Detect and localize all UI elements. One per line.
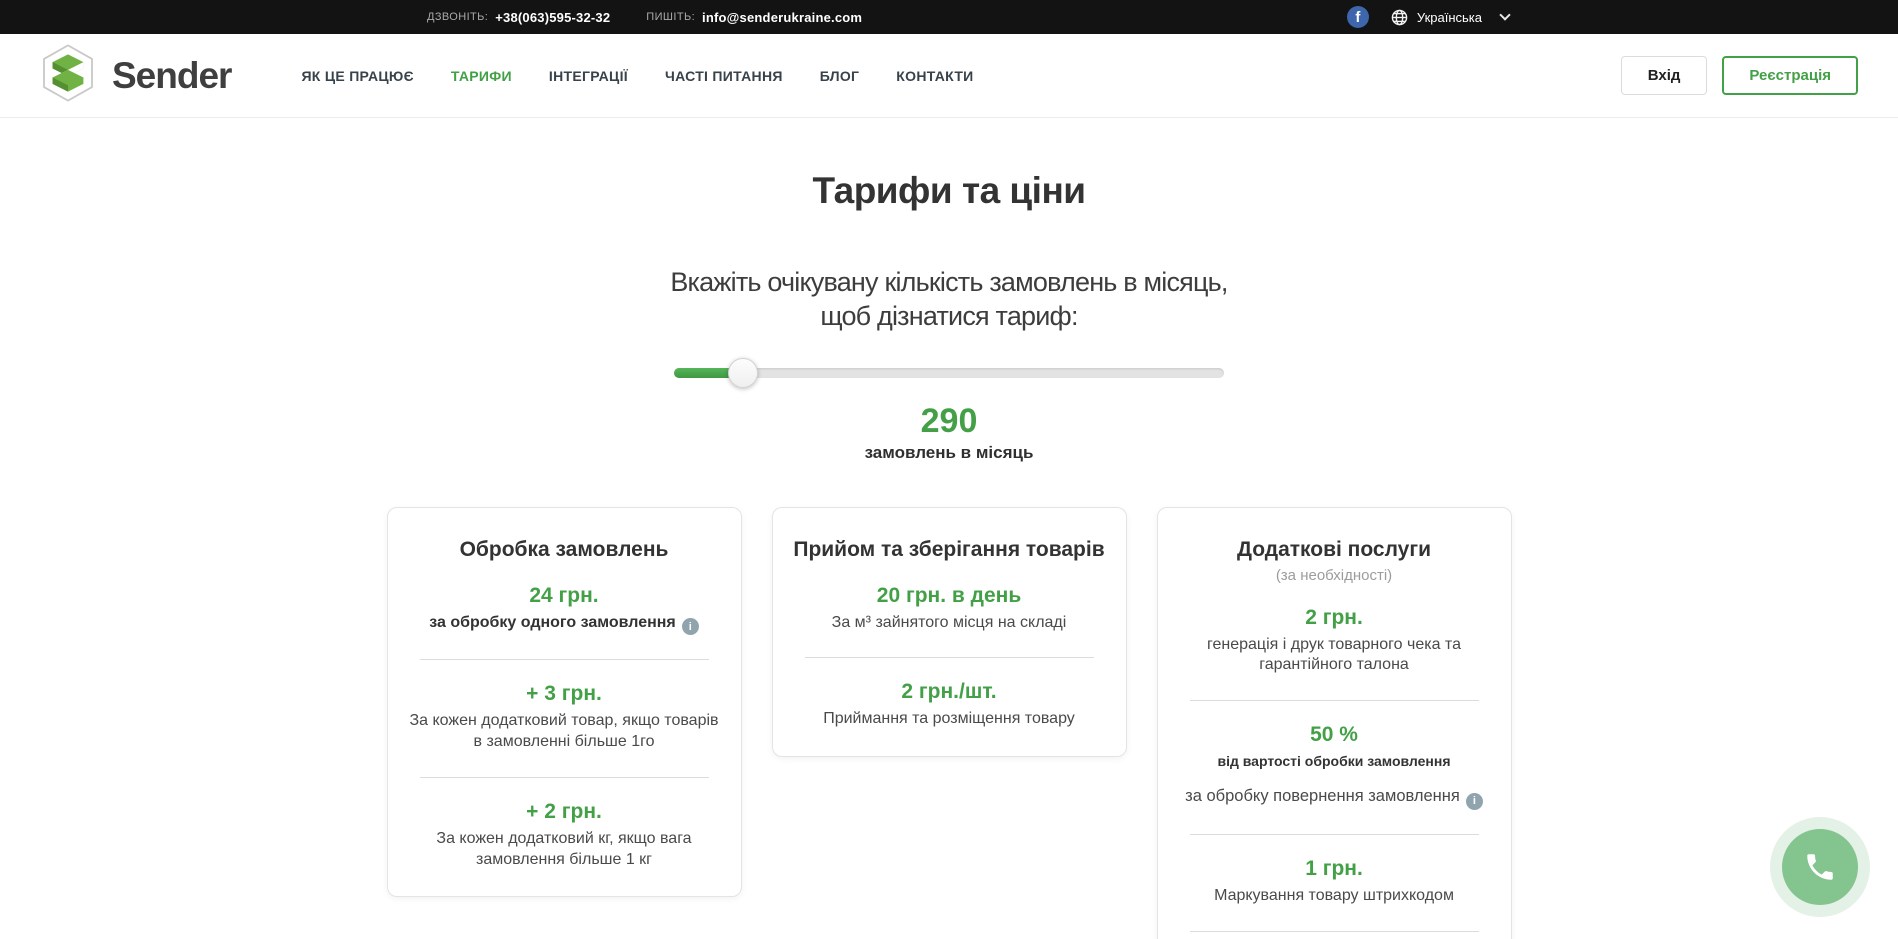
topbar-inner: ДЗВОНІТЬ: +38(063)595-32-32 ПИШІТЬ: info…	[379, 6, 1519, 28]
price-description: генерація і друк товарного чека та гаран…	[1178, 635, 1491, 677]
nav-item-0[interactable]: ЯК ЦЕ ПРАЦЮЄ	[301, 68, 413, 84]
price-description: від вартості обробки замовлення	[1178, 752, 1491, 770]
site-header: Sender ЯК ЦЕ ПРАЦЮЄ ТАРИФИ ІНТЕГРАЦІЇ ЧАСТІ…	[0, 34, 1898, 118]
phone-number[interactable]: +38(063)595-32-32	[495, 10, 610, 25]
login-button[interactable]: Вхід	[1621, 56, 1708, 95]
orders-value: 290	[0, 402, 1898, 441]
price-description-text: За м³ зайнятого місця на складі	[832, 614, 1067, 631]
card-section: 20 грн. в день За м³ зайнятого місця на с…	[791, 562, 1108, 638]
slider-handle[interactable]	[728, 358, 758, 388]
nav-item-2[interactable]: ІНТЕГРАЦІЇ	[549, 68, 628, 84]
phone-icon	[1803, 850, 1837, 884]
price-description-text: за обробку повернення замовлення	[1185, 787, 1460, 805]
brand-name: Sender	[112, 55, 231, 97]
pricing-card-2: Додаткові послуги(за необхідності)2 грн.…	[1157, 507, 1512, 939]
price-description-text: генерація і друк товарного чека та гаран…	[1207, 636, 1461, 674]
slider-prompt-line2: щоб дізнатися тариф:	[0, 300, 1898, 334]
price-description-text: за обробку одного замовлення	[429, 614, 676, 631]
price-value: + 3 грн.	[408, 682, 721, 706]
call-label: ДЗВОНІТЬ:	[427, 11, 488, 23]
card-title: Прийом та зберігання товарів	[791, 538, 1108, 562]
register-button[interactable]: Реєстрація	[1722, 56, 1858, 95]
price-description-text: Маркування товару штрихкодом	[1214, 887, 1454, 904]
nav-item-5[interactable]: КОНТАКТИ	[896, 68, 973, 84]
price-description: Маркування товару штрихкодом	[1178, 886, 1491, 907]
language-label[interactable]: Українська	[1417, 10, 1482, 25]
write-label: ПИШІТЬ:	[646, 11, 695, 23]
price-value: 1 грн.	[1178, 857, 1491, 881]
globe-icon	[1391, 9, 1408, 26]
email-contact[interactable]: ПИШІТЬ: info@senderukraine.com	[646, 10, 862, 25]
card-section: 24 грн. за обробку одного замовлення i	[406, 562, 723, 640]
price-description: За кожен додатковий товар, якщо товарів …	[408, 711, 721, 753]
email-address[interactable]: info@senderukraine.com	[702, 10, 862, 25]
price-description: За м³ зайнятого місця на складі	[793, 613, 1106, 634]
info-icon[interactable]: i	[1466, 793, 1483, 810]
page-title: Тарифи та ціни	[0, 170, 1898, 212]
pricing-card-0: Обробка замовлень 24 грн. за обробку одног…	[387, 507, 742, 898]
main-nav: ЯК ЦЕ ПРАЦЮЄ ТАРИФИ ІНТЕГРАЦІЇ ЧАСТІ ПИТАНН…	[301, 68, 973, 84]
price-description-text: Приймання та розміщення товару	[823, 710, 1075, 727]
orders-label: замовлень в місяць	[0, 443, 1898, 463]
price-description: За кожен додатковий кг, якщо вага замовл…	[408, 829, 721, 871]
price-description-text: За кожен додатковий товар, якщо товарів …	[409, 712, 718, 750]
slider-prompt: Вкажіть очікувану кількість замовлень в …	[0, 266, 1898, 334]
price-value: 2 грн.	[1178, 606, 1491, 630]
price-description: Приймання та розміщення товару	[793, 709, 1106, 730]
chevron-down-icon[interactable]	[1499, 9, 1510, 20]
price-description: за обробку одного замовлення i	[408, 613, 721, 636]
price-description: за обробку повернення замовлення i	[1178, 786, 1491, 810]
header-actions: Вхід Реєстрація	[1621, 56, 1858, 95]
price-value: + 2 грн.	[408, 800, 721, 824]
price-description-text: За кожен додатковий кг, якщо вага замовл…	[436, 830, 691, 868]
call-fab[interactable]	[1770, 817, 1870, 917]
card-section: 1 грн. Маркування товару штрихкодом	[1176, 835, 1493, 911]
language-selector[interactable]: Українська	[1391, 9, 1509, 26]
topbar: ДЗВОНІТЬ: +38(063)595-32-32 ПИШІТЬ: info…	[0, 0, 1898, 34]
price-value: 24 грн.	[408, 584, 721, 608]
price-value: 2 грн./шт.	[793, 680, 1106, 704]
card-section: 2 грн./шт. Приймання та розміщення товару	[791, 658, 1108, 734]
card-section: 2 грн. генерація і друк товарного чека та…	[1176, 584, 1493, 681]
topbar-contacts: ДЗВОНІТЬ: +38(063)595-32-32 ПИШІТЬ: info…	[427, 10, 862, 25]
card-section: + 3 грн. За кожен додатковий товар, якщо …	[406, 660, 723, 757]
call-fab-inner	[1782, 829, 1858, 905]
card-section: 350 грн.кур'єрська доставка по Києву	[1176, 932, 1493, 939]
brand-logo[interactable]: Sender	[40, 44, 231, 107]
price-value: 20 грн. в день	[793, 584, 1106, 608]
nav-item-4[interactable]: БЛОГ	[820, 68, 860, 84]
phone-contact[interactable]: ДЗВОНІТЬ: +38(063)595-32-32	[427, 10, 610, 25]
nav-item-1[interactable]: ТАРИФИ	[451, 68, 512, 84]
nav-item-3[interactable]: ЧАСТІ ПИТАННЯ	[665, 68, 783, 84]
card-subtitle: (за необхідності)	[1176, 567, 1493, 584]
logo-icon	[40, 44, 96, 107]
orders-slider[interactable]	[674, 358, 1224, 388]
topbar-right: f Українська	[1347, 6, 1509, 28]
pricing-cards: Обробка замовлень 24 грн. за обробку одног…	[0, 507, 1898, 939]
pricing-card-1: Прийом та зберігання товарів20 грн. в де…	[772, 507, 1127, 758]
info-icon[interactable]: i	[682, 618, 699, 635]
card-title: Додаткові послуги	[1176, 538, 1493, 562]
facebook-icon[interactable]: f	[1347, 6, 1369, 28]
card-section: 50 % від вартості обробки замовлення за об…	[1176, 701, 1493, 814]
slider-prompt-line1: Вкажіть очікувану кількість замовлень в …	[0, 266, 1898, 300]
card-title: Обробка замовлень	[406, 538, 723, 562]
card-section: + 2 грн. За кожен додатковий кг, якщо ваг…	[406, 778, 723, 875]
price-description-text: від вартості обробки замовлення	[1217, 753, 1450, 769]
price-value: 50 %	[1178, 723, 1491, 747]
